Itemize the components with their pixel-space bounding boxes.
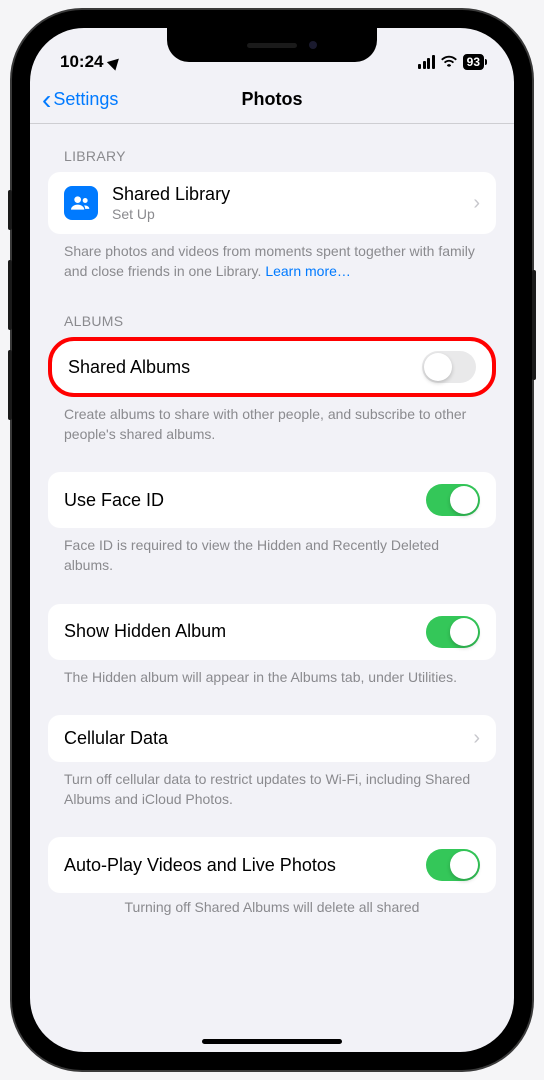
library-footer: Share photos and videos from moments spe… xyxy=(48,234,496,289)
status-time: 10:24 xyxy=(60,52,103,72)
show-hidden-cell[interactable]: Show Hidden Album xyxy=(48,604,496,660)
screen: 10:24 93 ‹ Settings Photos xyxy=(30,28,514,1052)
faceid-toggle[interactable] xyxy=(426,484,480,516)
faceid-footer: Face ID is required to view the Hidden a… xyxy=(48,528,496,583)
shared-albums-cell[interactable]: Shared Albums xyxy=(48,337,496,397)
notch xyxy=(167,28,377,62)
hidden-footer: The Hidden album will appear in the Albu… xyxy=(48,660,496,696)
device-frame: 10:24 93 ‹ Settings Photos xyxy=(12,10,532,1070)
section-header-albums: ALBUMS xyxy=(48,289,496,337)
chevron-left-icon: ‹ xyxy=(42,86,51,114)
shared-albums-title: Shared Albums xyxy=(68,357,422,378)
back-label: Settings xyxy=(53,89,118,110)
people-icon xyxy=(64,186,98,220)
cellular-footer: Turn off cellular data to restrict updat… xyxy=(48,762,496,817)
chevron-right-icon: › xyxy=(473,727,480,750)
chevron-right-icon: › xyxy=(473,192,480,215)
autoplay-footer: Turning off Shared Albums will delete al… xyxy=(48,893,496,921)
page-title: Photos xyxy=(242,89,303,110)
section-header-library: LIBRARY xyxy=(48,124,496,172)
faceid-title: Use Face ID xyxy=(64,490,426,511)
content-scroll[interactable]: LIBRARY Shared Library Set Up › Share ph… xyxy=(30,124,514,1052)
battery-icon: 93 xyxy=(463,54,484,70)
albums-footer: Create albums to share with other people… xyxy=(48,397,496,452)
hidden-title: Show Hidden Album xyxy=(64,621,426,642)
autoplay-title: Auto-Play Videos and Live Photos xyxy=(64,855,426,876)
hidden-toggle[interactable] xyxy=(426,616,480,648)
shared-albums-toggle[interactable] xyxy=(422,351,476,383)
shared-library-cell[interactable]: Shared Library Set Up › xyxy=(48,172,496,234)
home-indicator[interactable] xyxy=(202,1039,342,1044)
location-icon xyxy=(107,54,123,70)
cellular-data-cell[interactable]: Cellular Data › xyxy=(48,715,496,762)
autoplay-toggle[interactable] xyxy=(426,849,480,881)
cellular-title: Cellular Data xyxy=(64,728,473,749)
cellular-signal-icon xyxy=(418,55,435,69)
learn-more-link[interactable]: Learn more… xyxy=(265,263,351,279)
back-button[interactable]: ‹ Settings xyxy=(42,86,118,114)
use-faceid-cell[interactable]: Use Face ID xyxy=(48,472,496,528)
shared-library-subtitle: Set Up xyxy=(112,206,473,222)
nav-bar: ‹ Settings Photos xyxy=(30,76,514,124)
wifi-icon xyxy=(440,52,458,72)
shared-library-title: Shared Library xyxy=(112,184,473,205)
autoplay-cell[interactable]: Auto-Play Videos and Live Photos xyxy=(48,837,496,893)
